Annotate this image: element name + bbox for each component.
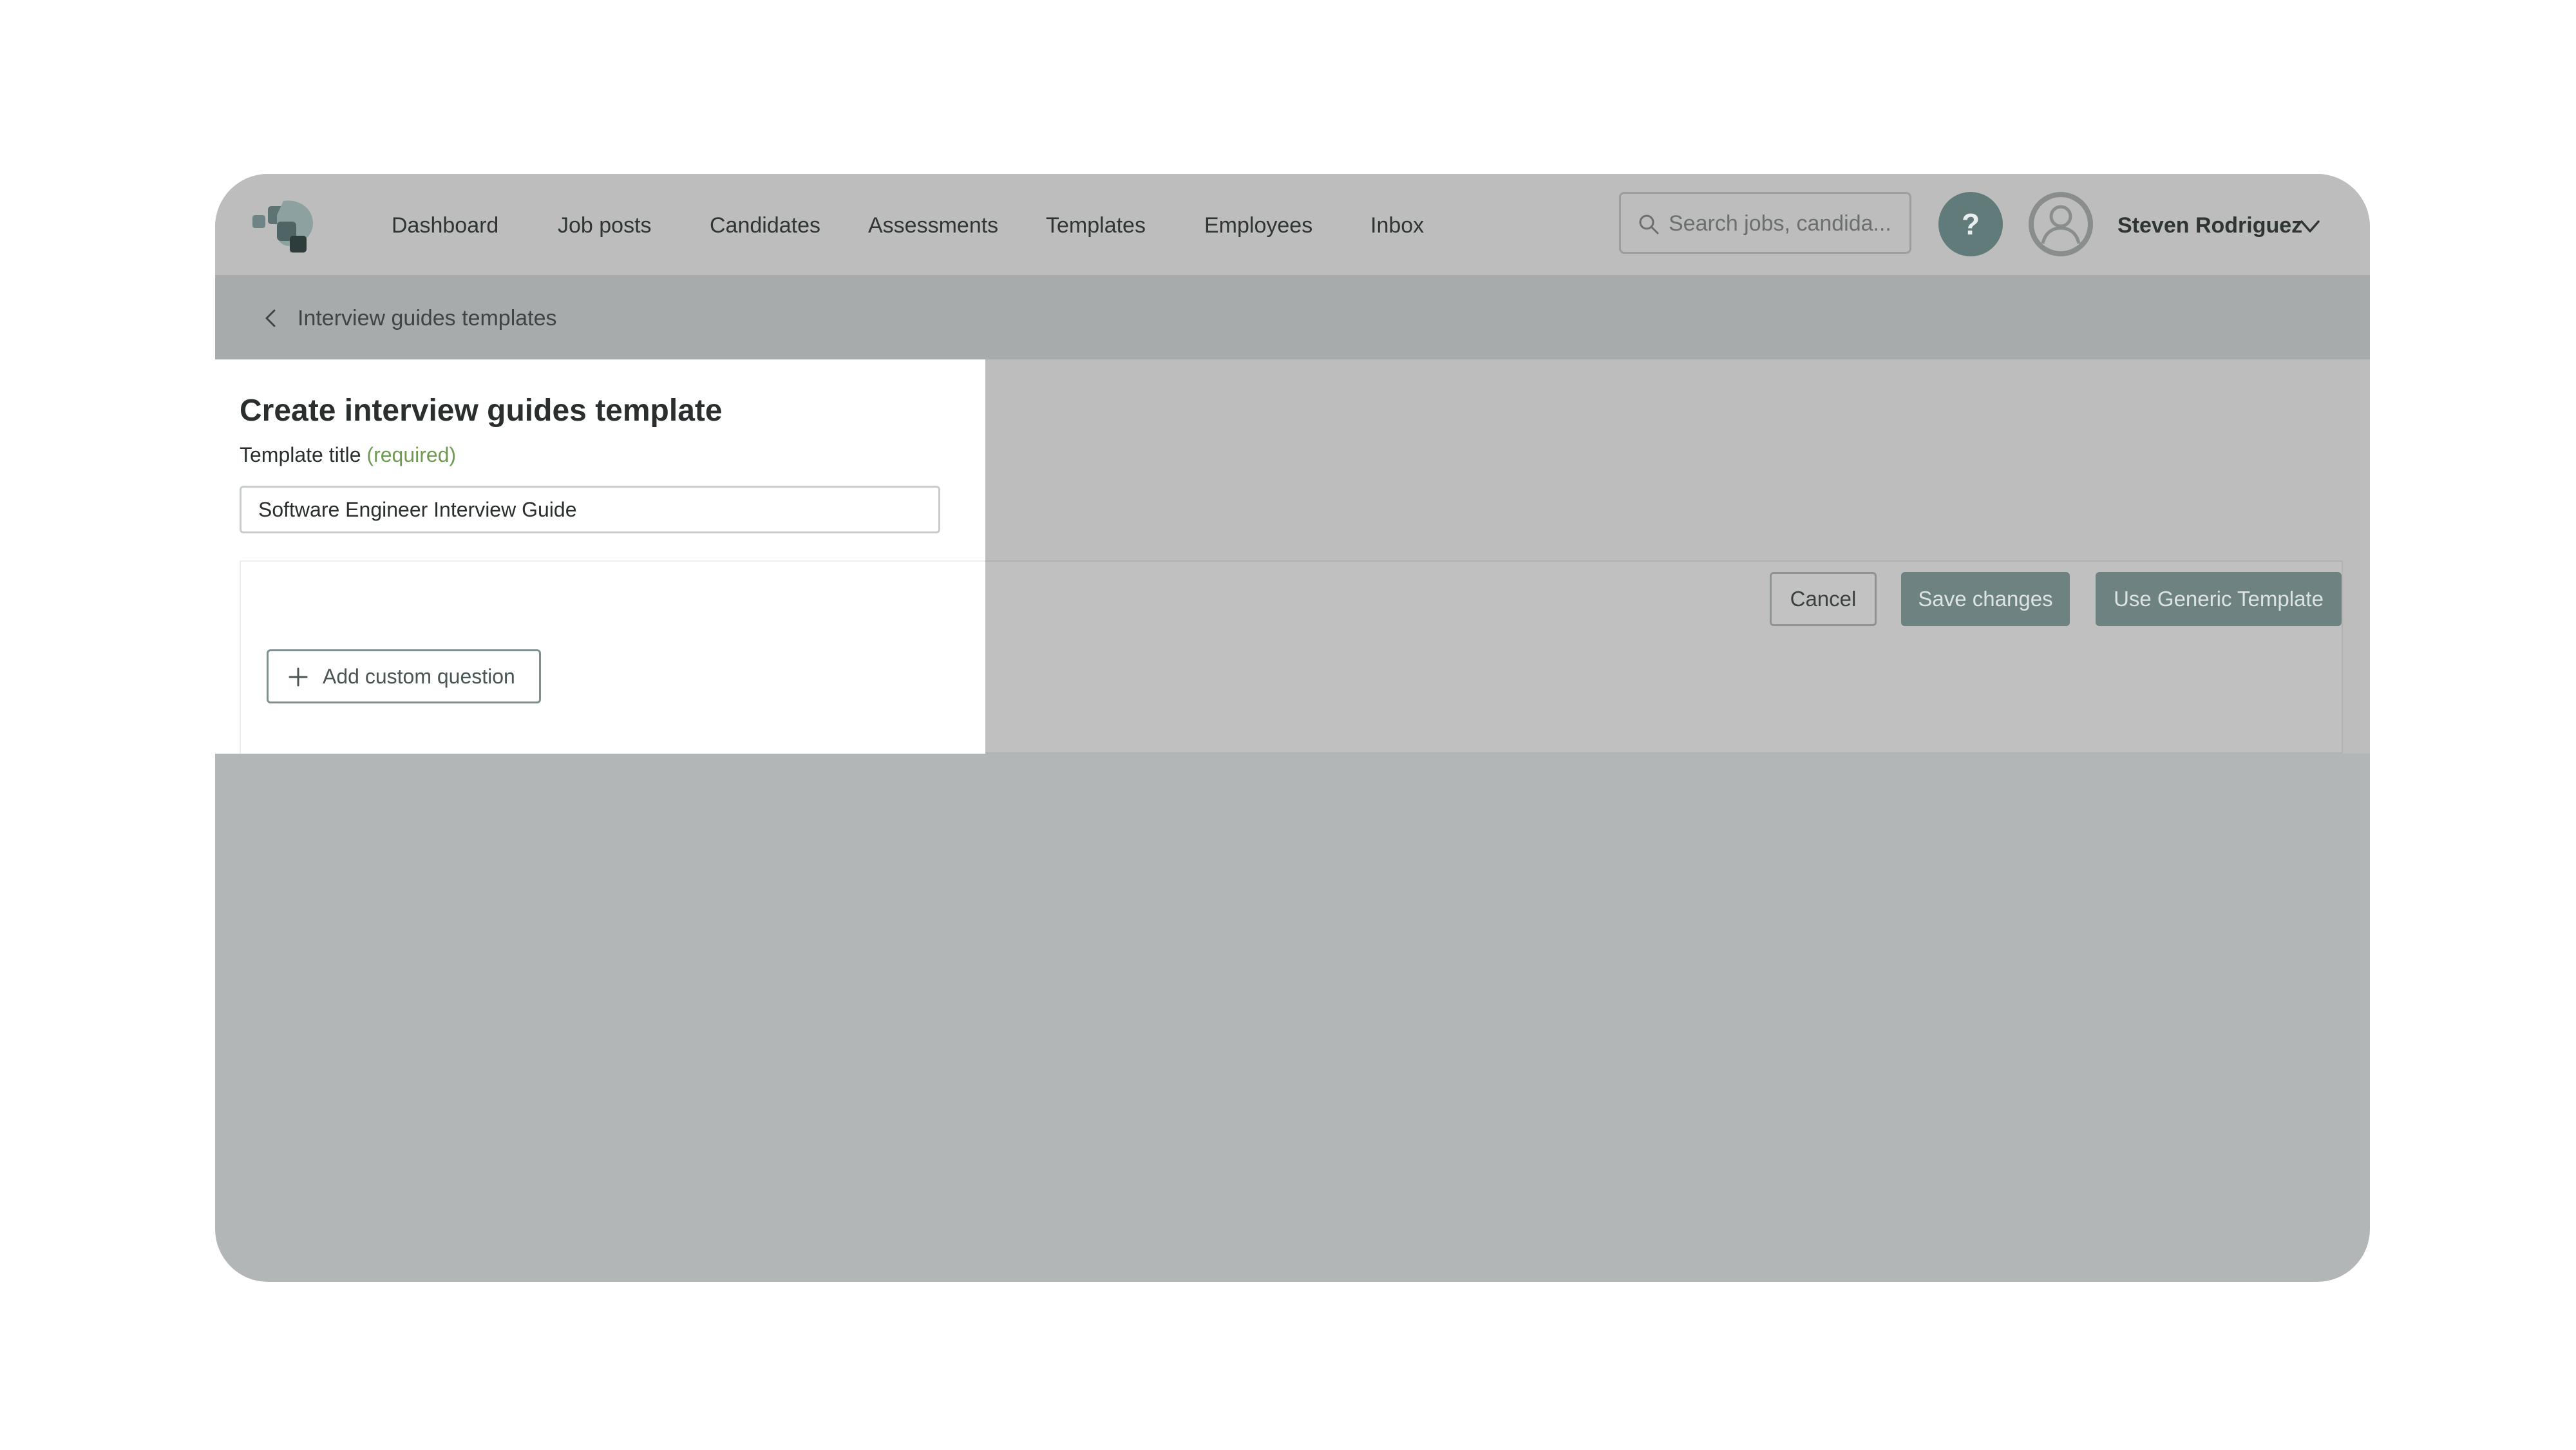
add-custom-question-label: Add custom question [323,665,515,688]
nav-employees[interactable]: Employees [1204,174,1312,277]
chevron-down-icon[interactable] [2299,215,2321,237]
breadcrumb: Interview guides templates [215,277,2370,359]
chevron-left-icon[interactable] [261,308,281,329]
search-box [1619,192,1911,254]
cancel-button[interactable]: Cancel [1770,572,1877,626]
save-changes-button[interactable]: Save changes [1901,572,2070,626]
field-label-text: Template title [240,443,361,466]
questions-section: Add custom question [240,560,985,754]
page-title: Create interview guides template [240,394,723,428]
plus-icon [289,667,308,687]
add-custom-question-button[interactable]: Add custom question [267,649,541,703]
breadcrumb-link[interactable]: Interview guides templates [298,277,557,359]
nav-candidates[interactable]: Candidates [710,174,820,277]
app-window: Dashboard Job posts Candidates Assessmen… [215,174,2370,1282]
nav-templates[interactable]: Templates [1046,174,1146,277]
nav-assessments[interactable]: Assessments [868,174,998,277]
help-button[interactable]: ? [1938,192,2003,256]
template-title-input[interactable] [240,486,940,533]
user-avatar-icon[interactable] [2029,192,2093,256]
user-name[interactable]: Steven Rodriguez [2117,174,2302,277]
template-title-label: Template title (required) [240,443,456,467]
search-icon [1639,215,1659,234]
search-input[interactable] [1667,194,1902,253]
nav-inbox[interactable]: Inbox [1370,174,1424,277]
top-header: Dashboard Job posts Candidates Assessmen… [215,174,2370,277]
highlighted-form-panel: Create interview guides template Templat… [215,359,985,754]
screen: Dashboard Job posts Candidates Assessmen… [0,0,2576,1450]
nav-job-posts[interactable]: Job posts [558,174,652,277]
nav-dashboard[interactable]: Dashboard [392,174,498,277]
use-generic-template-button[interactable]: Use Generic Template [2096,572,2342,626]
required-indicator: (required) [366,443,457,466]
